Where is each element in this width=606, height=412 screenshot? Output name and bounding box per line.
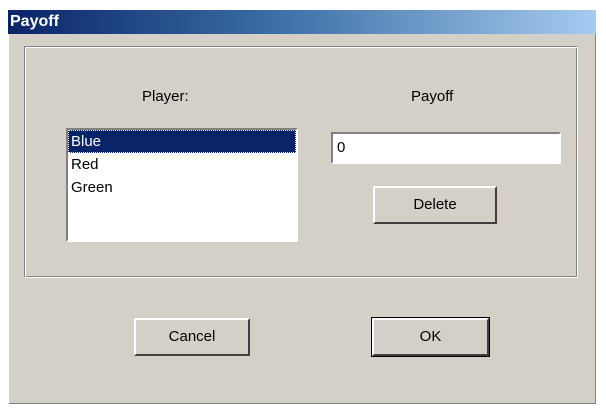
player-item-green[interactable]: Green [68, 176, 296, 199]
payoff-input[interactable]: 0 [331, 132, 561, 164]
ok-button[interactable]: OK [371, 317, 490, 357]
player-item-red[interactable]: Red [68, 153, 296, 176]
player-item-blue[interactable]: Blue [68, 130, 296, 153]
player-label: Player: [142, 88, 189, 105]
title-bar[interactable]: Payoff [8, 10, 596, 34]
payoff-label: Payoff [411, 88, 454, 105]
payoff-dialog: Payoff Player: Payoff Blue Red Green 0 D… [8, 10, 596, 404]
window-title: Payoff [10, 13, 59, 30]
delete-button[interactable]: Delete [373, 186, 497, 224]
player-listbox[interactable]: Blue Red Green [66, 128, 298, 242]
cancel-button[interactable]: Cancel [134, 318, 250, 356]
